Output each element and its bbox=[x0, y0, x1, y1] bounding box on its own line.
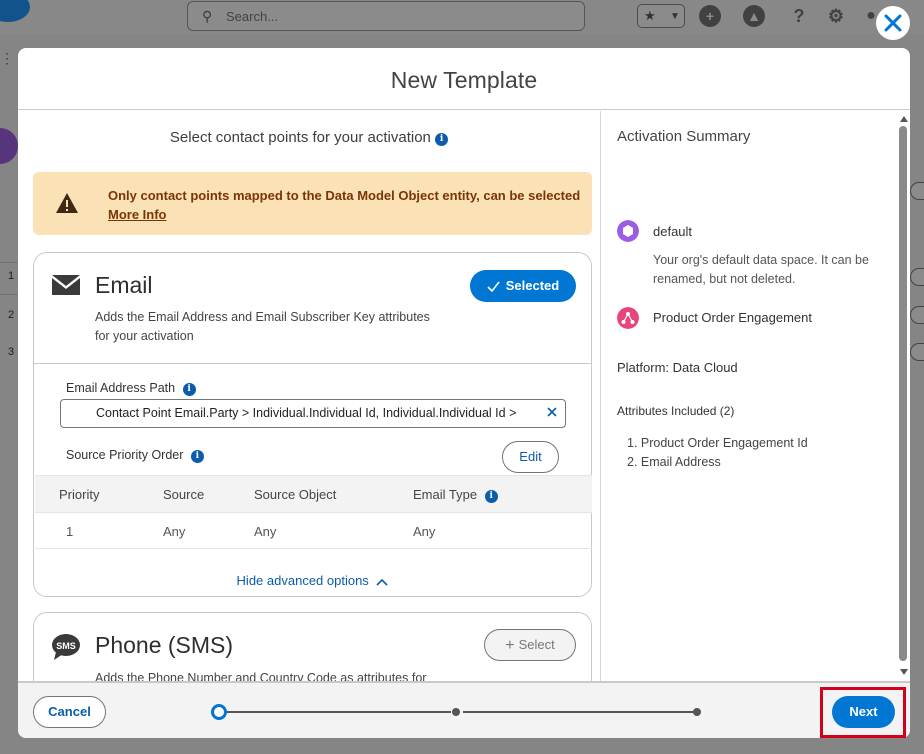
table-cell: Any bbox=[163, 524, 186, 539]
new-template-modal: New Template Select contact points for y… bbox=[18, 48, 910, 738]
email-address-path-input[interactable]: Contact Point Email.Party > Individual.I… bbox=[60, 399, 566, 428]
contact-points-pane[interactable]: Select contact points for your activatio… bbox=[18, 111, 600, 681]
phone-contact-point-card: SMS Phone (SMS) + Select Adds the Phone N… bbox=[33, 612, 592, 681]
engagement-entity-icon bbox=[617, 307, 639, 329]
column-header-priority: Priority bbox=[59, 487, 100, 502]
scrollbar-thumb[interactable] bbox=[899, 126, 907, 661]
modal-header: New Template bbox=[18, 48, 910, 110]
close-icon bbox=[884, 14, 902, 32]
info-icon[interactable]: i bbox=[182, 383, 196, 396]
email-type-header-text: Email Type bbox=[413, 487, 478, 502]
table-cell: 1 bbox=[66, 524, 74, 539]
advanced-link-text: Hide advanced options bbox=[236, 573, 369, 588]
list-item: 1. Product Order Engagement Id bbox=[627, 436, 808, 450]
hide-advanced-options-link[interactable]: Hide advanced options bbox=[34, 573, 591, 588]
warning-icon bbox=[56, 193, 78, 213]
table-cell: Any bbox=[413, 524, 436, 539]
email-contact-point-card: Email Selected Adds the Email Address an… bbox=[33, 252, 592, 597]
instruction-label: Select contact points for your activatio… bbox=[169, 129, 431, 146]
more-info-link[interactable]: More Info bbox=[108, 205, 580, 224]
table-cell: Any bbox=[254, 524, 277, 539]
selected-label: Selected bbox=[505, 278, 560, 293]
progress-step-current[interactable] bbox=[211, 704, 227, 720]
data-space-name: default bbox=[653, 224, 693, 239]
phone-card-description: Adds the Phone Number and Country Code a… bbox=[95, 671, 427, 681]
warning-banner: Only contact points mapped to the Data M… bbox=[33, 172, 592, 235]
source-priority-label: Source Priority Order i bbox=[66, 448, 204, 463]
info-icon[interactable]: i bbox=[435, 133, 449, 146]
attributes-list: 1. Product Order Engagement Id 2. Email … bbox=[627, 434, 808, 472]
email-path-value: Contact Point Email.Party > Individual.I… bbox=[96, 406, 517, 420]
instruction-text: Select contact points for your activatio… bbox=[18, 129, 600, 146]
data-space-description: Your org's default data space. It can be… bbox=[653, 253, 869, 286]
column-header-source-object: Source Object bbox=[254, 487, 337, 502]
sms-icon: SMS bbox=[52, 634, 80, 660]
attributes-title: Attributes Included (2) bbox=[617, 404, 735, 418]
source-priority-table: Priority Source Source Object Email Type… bbox=[35, 475, 592, 549]
svg-text:SMS: SMS bbox=[56, 641, 76, 651]
plus-icon: + bbox=[505, 637, 515, 654]
entity-name: Product Order Engagement bbox=[653, 310, 812, 325]
source-priority-label-text: Source Priority Order bbox=[66, 448, 184, 462]
close-modal-button[interactable] bbox=[876, 6, 910, 40]
email-card-description: Adds the Email Address and Email Subscri… bbox=[95, 310, 430, 343]
activation-summary-pane: Activation Summary default Your org's de… bbox=[601, 111, 910, 681]
phone-card-title: Phone (SMS) bbox=[95, 632, 234, 658]
email-selected-button[interactable]: Selected bbox=[470, 270, 576, 302]
info-icon[interactable]: i bbox=[190, 450, 204, 463]
info-icon[interactable]: i bbox=[484, 490, 498, 503]
progress-indicator bbox=[211, 704, 701, 720]
check-icon bbox=[487, 281, 500, 292]
scroll-down-arrow-icon[interactable] bbox=[900, 669, 908, 675]
email-icon bbox=[52, 275, 80, 295]
next-button-highlight bbox=[820, 687, 906, 738]
chevron-up-icon bbox=[376, 578, 389, 586]
email-card-title: Email bbox=[95, 272, 153, 298]
progress-step[interactable] bbox=[452, 708, 460, 716]
column-header-source: Source bbox=[163, 487, 205, 502]
progress-line bbox=[463, 711, 697, 713]
progress-step[interactable] bbox=[693, 708, 701, 716]
warning-text: Only contact points mapped to the Data M… bbox=[108, 186, 580, 224]
progress-line bbox=[225, 711, 451, 713]
list-item: 2. Email Address bbox=[627, 455, 721, 469]
summary-title: Activation Summary bbox=[617, 128, 751, 145]
column-header-email-type: Email Type i bbox=[413, 487, 498, 503]
modal-footer: Cancel Next bbox=[18, 681, 910, 738]
modal-body: Select contact points for your activatio… bbox=[18, 111, 910, 681]
edit-priority-button[interactable]: Edit bbox=[502, 441, 559, 473]
email-path-label: Email Address Path i bbox=[66, 381, 196, 396]
clear-icon[interactable] bbox=[545, 405, 559, 419]
select-label: Select bbox=[518, 637, 555, 652]
data-space-icon bbox=[617, 220, 639, 242]
scroll-up-arrow-icon[interactable] bbox=[900, 116, 908, 122]
phone-select-button[interactable]: + Select bbox=[484, 629, 576, 661]
modal-title: New Template bbox=[390, 67, 538, 93]
warning-message: Only contact points mapped to the Data M… bbox=[108, 188, 581, 203]
cancel-button[interactable]: Cancel bbox=[33, 696, 106, 728]
platform-text: Platform: Data Cloud bbox=[617, 360, 738, 375]
email-path-label-text: Email Address Path bbox=[66, 381, 176, 395]
card-divider bbox=[34, 363, 591, 364]
